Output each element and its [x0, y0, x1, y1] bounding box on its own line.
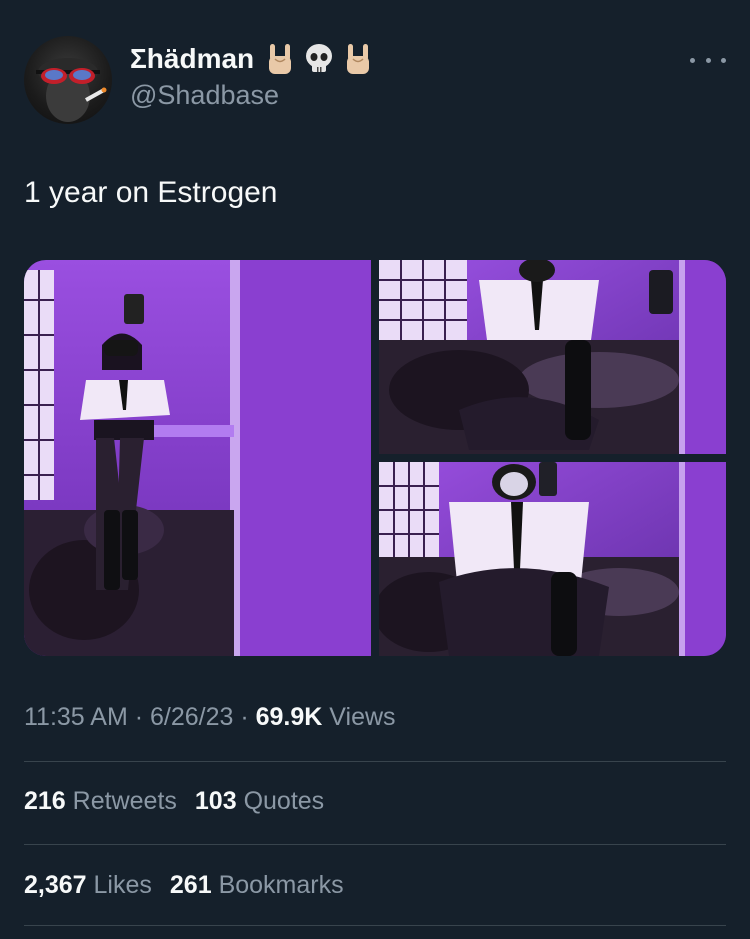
stats-row-1: 216 Retweets 103 Quotes [24, 787, 324, 816]
divider [24, 844, 726, 845]
tweet-meta: 11:35 AM · 6/26/23 · 69.9K Views [24, 703, 396, 732]
photo-1[interactable] [24, 260, 371, 656]
retweets-stat[interactable]: 216 Retweets [24, 787, 177, 816]
views-count: 69.9K [255, 703, 323, 731]
author-display-name: Σhädman [130, 43, 255, 74]
tweet-timestamp[interactable]: 11:35 AM · 6/26/23 · [24, 703, 256, 731]
quotes-count: 103 [194, 787, 237, 815]
bookmarks-label: Bookmarks [218, 871, 344, 899]
photo-3-image [379, 462, 726, 656]
retweets-label: Retweets [72, 787, 177, 815]
media-grid [24, 260, 726, 656]
skull-icon [306, 44, 333, 72]
photo-2[interactable] [379, 260, 726, 454]
photo-2-image [379, 260, 726, 454]
retweets-count: 216 [24, 787, 66, 815]
likes-stat[interactable]: 2,367 Likes [24, 871, 152, 900]
quotes-label: Quotes [243, 787, 325, 815]
likes-count: 2,367 [24, 871, 87, 899]
avatar[interactable] [24, 36, 112, 124]
quotes-stat[interactable]: 103 Quotes [195, 787, 324, 816]
photo-3[interactable] [379, 462, 726, 656]
rock-on-hand-icon [347, 44, 370, 74]
more-options-icon[interactable] [690, 52, 726, 68]
divider [24, 925, 726, 926]
divider [24, 761, 726, 762]
avatar-sunglasses-icon [36, 58, 107, 122]
rock-on-hand-icon [269, 44, 292, 74]
author-display-name-link[interactable]: Σhädman [130, 42, 372, 76]
views-label: Views [322, 703, 396, 731]
tweet-text: 1 year on Estrogen [24, 176, 278, 209]
stats-row-2: 2,367 Likes 261 Bookmarks [24, 871, 344, 900]
author-handle[interactable]: @Shadbase [130, 80, 279, 111]
likes-label: Likes [93, 871, 152, 899]
bookmarks-count: 261 [169, 871, 212, 899]
bookmarks-stat[interactable]: 261 Bookmarks [170, 871, 344, 900]
photo-1-image [24, 260, 371, 656]
